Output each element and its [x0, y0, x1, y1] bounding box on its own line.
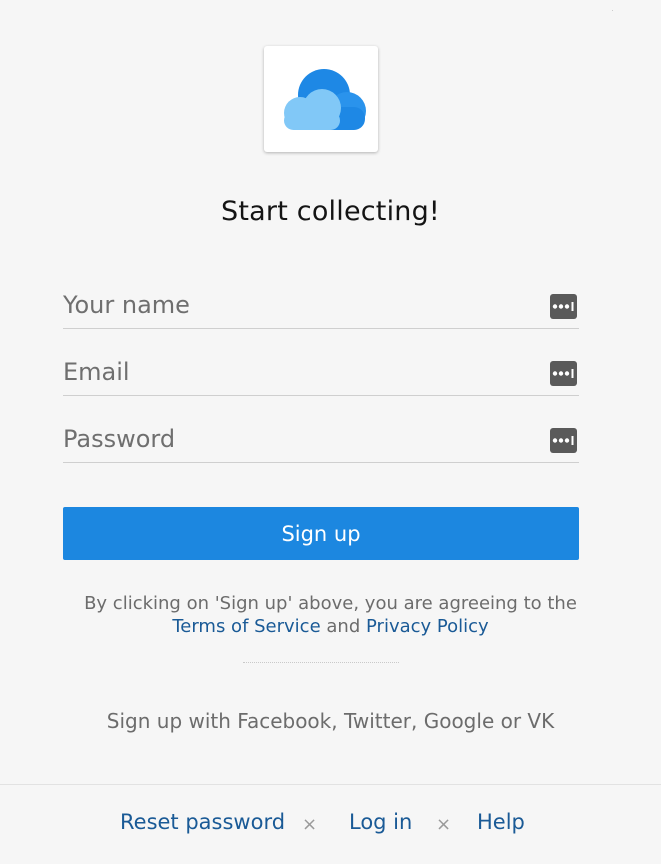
- terms-and-text: and: [326, 616, 361, 637]
- social-signup-text[interactable]: Sign up with Facebook, Twitter, Google o…: [0, 709, 661, 733]
- password-manager-icon[interactable]: [550, 294, 577, 319]
- footer-nav: Reset password × Log in × Help: [0, 810, 661, 842]
- help-link[interactable]: Help: [477, 810, 525, 834]
- privacy-policy-link[interactable]: Privacy Policy: [366, 616, 489, 637]
- app-logo: [264, 46, 378, 152]
- corner-artifact: [612, 10, 613, 11]
- page-title: Start collecting!: [221, 196, 440, 227]
- terms-of-service-link[interactable]: Terms of Service: [172, 616, 320, 637]
- email-field-wrapper: [63, 350, 579, 396]
- email-input[interactable]: [63, 350, 543, 394]
- password-input[interactable]: [63, 417, 543, 461]
- footer-divider: [0, 784, 661, 785]
- signup-button[interactable]: Sign up: [63, 507, 579, 560]
- reset-password-link[interactable]: Reset password: [120, 810, 285, 834]
- name-field-wrapper: [63, 283, 579, 329]
- terms-prefix: By clicking on 'Sign up' above, you are …: [84, 593, 577, 614]
- footer-separator: ×: [302, 814, 318, 835]
- password-manager-icon[interactable]: [550, 361, 577, 386]
- terms-notice: By clicking on 'Sign up' above, you are …: [0, 592, 661, 638]
- divider: [243, 662, 399, 663]
- name-input[interactable]: [63, 283, 543, 327]
- login-link[interactable]: Log in: [349, 810, 412, 834]
- password-field-wrapper: [63, 417, 579, 463]
- password-manager-icon[interactable]: [550, 428, 577, 453]
- cloud-logo-icon: [284, 69, 366, 130]
- footer-separator: ×: [436, 814, 452, 835]
